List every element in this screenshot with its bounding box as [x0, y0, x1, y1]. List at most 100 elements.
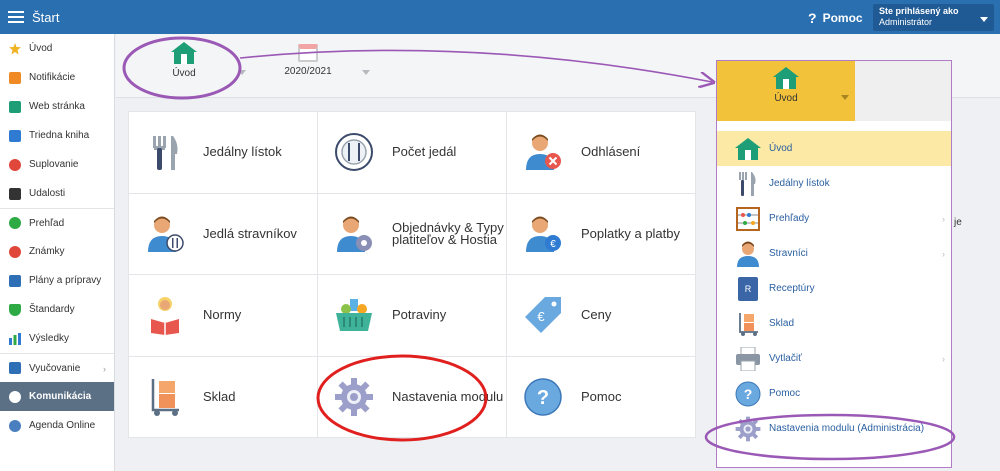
- dropdown-item-prehlady[interactable]: Prehľady ›: [717, 201, 951, 236]
- sidebar-item-standardy[interactable]: Štandardy: [0, 295, 114, 324]
- dropdown-item-label: Receptúry: [769, 283, 815, 294]
- person-icon: [735, 241, 761, 267]
- reading-person-icon: [143, 293, 187, 337]
- toolbar-home-button[interactable]: Úvod: [164, 42, 204, 79]
- chevron-down-icon[interactable]: [238, 70, 246, 75]
- dropdown-item-jedalny-listok[interactable]: Jedálny lístok: [717, 166, 951, 201]
- hamburger-menu-icon[interactable]: [8, 11, 24, 23]
- help-label: Pomoc: [822, 11, 863, 25]
- sidebar-item-komunikacia[interactable]: Komunikácia: [0, 382, 114, 411]
- tile-nastavenia-modulu[interactable]: Nastavenia modulu: [318, 356, 506, 437]
- calendar-icon: [9, 187, 21, 200]
- tile-jedalny-listok[interactable]: Jedálny lístok: [129, 112, 317, 193]
- dropdown-list: Úvod Jedálny lístok Prehľady › Stravníci ›…: [717, 131, 951, 446]
- person-gear-icon: [332, 212, 376, 256]
- chevron-right-icon: ›: [942, 249, 945, 259]
- sidebar-item-label: Prehľad: [29, 217, 65, 229]
- dropdown-head-label: Úvod: [774, 93, 798, 104]
- dropdown-item-label: Pomoc: [769, 388, 801, 399]
- sidebar-item-label: Agenda Online: [29, 420, 96, 431]
- dropdown-item-label: Nastavenia modulu (Administrácia): [769, 423, 925, 434]
- person-food-icon: [143, 212, 187, 256]
- dropdown-item-label: Prehľady: [769, 213, 810, 224]
- cutlery-icon: [735, 171, 761, 197]
- sidebar-item-label: Komunikácia: [29, 391, 92, 402]
- toolbar-year-selector[interactable]: 2020/2021: [278, 44, 338, 77]
- dropdown-item-uvod[interactable]: Úvod: [717, 131, 951, 166]
- house-icon: [773, 67, 799, 89]
- help-icon: ?: [735, 381, 761, 407]
- tile-label: Objednávky & Typy platiteľov & Hostia: [392, 219, 504, 247]
- user-menu[interactable]: Ste prihlásený ako Administrátor: [873, 4, 994, 31]
- sidebar-item-uvod[interactable]: Úvod: [0, 34, 114, 63]
- top-bar: Štart ? Pomoc Ste prihlásený ako Adminis…: [0, 0, 1000, 34]
- tile-label: Normy: [203, 307, 242, 323]
- dropdown-item-sklad[interactable]: Sklad: [717, 306, 951, 341]
- chevron-down-icon: [841, 95, 849, 100]
- sidebar-item-label: Triedna kniha: [29, 130, 90, 141]
- dropdown-item-pomoc[interactable]: ? Pomoc: [717, 376, 951, 411]
- house-icon: [735, 136, 761, 162]
- tile-label: Sklad: [203, 388, 236, 404]
- toolbar-home-label: Úvod: [172, 68, 196, 79]
- recipe-book-icon: R: [735, 276, 761, 302]
- sidebar-item-suplovanie[interactable]: Suplovanie: [0, 150, 114, 179]
- gear-icon: [332, 375, 376, 419]
- tile-label: Počet jedál: [392, 144, 457, 160]
- tile-normy[interactable]: Normy: [129, 275, 317, 356]
- dropdown-header-blank: [855, 61, 951, 121]
- dropdown-item-vytlacit[interactable]: Vytlačiť ›: [717, 341, 951, 376]
- tile-sklad[interactable]: Sklad: [129, 356, 317, 437]
- sidebar-item-label: Suplovanie: [29, 159, 79, 170]
- sidebar-item-vyucovanie[interactable]: Vyučovanie ›: [0, 353, 114, 382]
- sidebar-item-notifikacie[interactable]: Notifikácie: [0, 63, 114, 92]
- dropdown-head-button[interactable]: Úvod: [717, 61, 855, 121]
- svg-text:€: €: [550, 239, 556, 250]
- person-cancel-icon: [521, 130, 565, 174]
- chevron-right-icon: ›: [942, 354, 945, 364]
- tile-ceny[interactable]: € Ceny: [507, 275, 695, 356]
- toolbar-year-label: 2020/2021: [284, 66, 332, 77]
- hand-truck-icon: [143, 375, 187, 419]
- tile-pomoc[interactable]: ? Pomoc: [507, 356, 695, 437]
- sidebar-item-plany[interactable]: Plány a prípravy: [0, 266, 114, 295]
- user-login-label: Ste prihlásený ako: [879, 6, 959, 16]
- dropdown-item-receptury[interactable]: R Receptúry: [717, 271, 951, 306]
- tile-poplatky[interactable]: € Poplatky a platby: [507, 193, 695, 274]
- tile-potraviny[interactable]: Potraviny: [318, 275, 506, 356]
- briefcase-icon: [9, 274, 21, 287]
- help-button[interactable]: ? Pomoc: [808, 10, 863, 26]
- tile-label: Jedálny lístok: [203, 144, 282, 160]
- tile-odhlaseni[interactable]: Odhlásení: [507, 112, 695, 193]
- dropdown-item-label: Vytlačiť: [769, 353, 802, 364]
- sidebar-item-label: Notifikácie: [29, 72, 76, 83]
- dropdown-item-stravnici[interactable]: Stravníci ›: [717, 236, 951, 271]
- user-role: Administrátor: [879, 17, 933, 27]
- sidebar-item-web-stranka[interactable]: Web stránka: [0, 92, 114, 121]
- dropdown-item-nastavenia-modulu[interactable]: Nastavenia modulu (Administrácia): [717, 411, 951, 446]
- house-icon: [9, 100, 21, 113]
- slides-icon: [9, 362, 21, 374]
- sidebar-item-vysledky[interactable]: Výsledky: [0, 324, 114, 353]
- dropdown-item-label: Jedálny lístok: [769, 178, 830, 189]
- tile-jedla-stravnikov[interactable]: Jedlá stravníkov: [129, 193, 317, 274]
- check-circle-icon: [9, 217, 21, 229]
- dropdown-item-label: Úvod: [769, 143, 793, 154]
- sidebar-item-label: Štandardy: [29, 304, 75, 315]
- tile-objednavky[interactable]: Objednávky & Typy platiteľov & Hostia: [318, 193, 506, 274]
- sidebar-item-udalosti[interactable]: Udalosti: [0, 179, 114, 208]
- tile-pocet-jedal[interactable]: Počet jedál: [318, 112, 506, 193]
- sidebar-item-prehlad[interactable]: Prehľad: [0, 208, 114, 237]
- chat-icon: [9, 390, 21, 403]
- page-title: Štart: [32, 9, 60, 25]
- chevron-down-icon[interactable]: [362, 70, 370, 75]
- sidebar-item-znamky[interactable]: Známky: [0, 237, 114, 266]
- sidebar-item-label: Udalosti: [29, 188, 66, 199]
- sidebar-item-agenda[interactable]: Agenda Online: [0, 411, 114, 440]
- sidebar-item-label: Plány a prípravy: [29, 275, 102, 286]
- chevron-right-icon: ›: [942, 214, 945, 224]
- pen-icon: [9, 419, 21, 432]
- sidebar-item-triedna-kniha[interactable]: Triedna kniha: [0, 121, 114, 150]
- dropdown-item-label: Stravníci: [769, 248, 808, 259]
- chevron-right-icon: ›: [103, 364, 106, 374]
